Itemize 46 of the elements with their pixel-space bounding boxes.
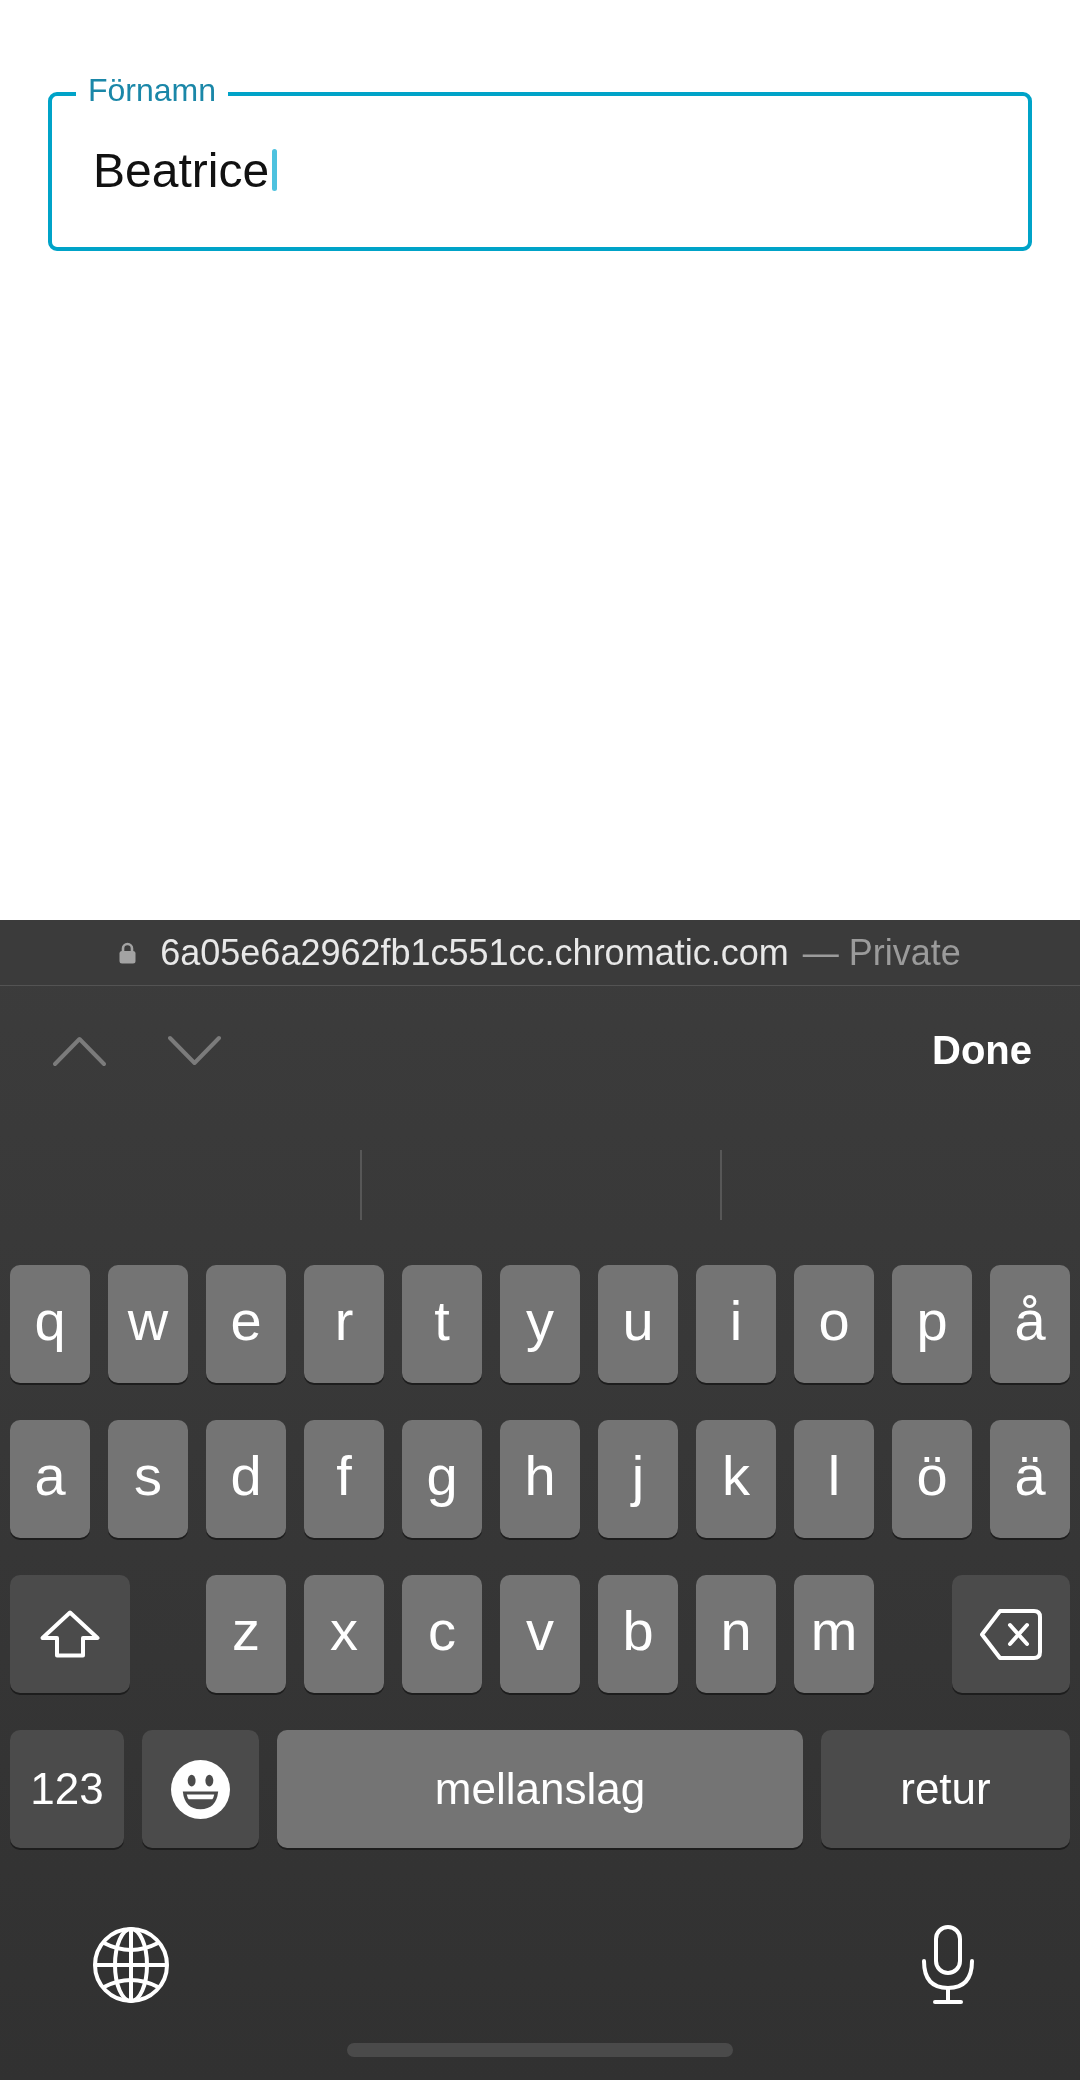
space-key[interactable]: mellanslag <box>277 1730 803 1848</box>
lock-icon <box>119 941 137 964</box>
letter-key[interactable]: å <box>990 1265 1070 1383</box>
letter-key[interactable]: x <box>304 1575 384 1693</box>
field-label: Förnamn <box>87 71 218 110</box>
letter-key[interactable]: t <box>402 1265 482 1383</box>
letter-key[interactable]: d <box>206 1420 286 1538</box>
done-button[interactable]: Done <box>932 1028 1032 1073</box>
letter-key[interactable]: l <box>794 1420 874 1538</box>
letter-key[interactable]: m <box>794 1575 874 1693</box>
letter-key[interactable]: z <box>206 1575 286 1693</box>
letter-key[interactable]: q <box>10 1265 90 1383</box>
letter-key[interactable]: o <box>794 1265 874 1383</box>
url-text[interactable]: 6a05e6a2962fb1c551cc.chromatic.com <box>160 931 789 974</box>
smiley-icon <box>171 1759 230 1819</box>
private-label: — Private <box>802 931 961 974</box>
letter-key[interactable]: v <box>500 1575 580 1693</box>
letter-key[interactable]: ä <box>990 1420 1070 1538</box>
letter-key[interactable]: k <box>696 1420 776 1538</box>
backspace-icon <box>980 1608 1042 1660</box>
letter-key[interactable]: u <box>598 1265 678 1383</box>
letter-key[interactable]: g <box>402 1420 482 1538</box>
letter-key[interactable]: n <box>696 1575 776 1693</box>
letter-key[interactable]: ö <box>892 1420 972 1538</box>
letter-key[interactable]: c <box>402 1575 482 1693</box>
letter-key[interactable]: h <box>500 1420 580 1538</box>
numbers-key[interactable]: 123 <box>10 1730 124 1848</box>
letter-key[interactable]: e <box>206 1265 286 1383</box>
letter-key[interactable]: i <box>696 1265 776 1383</box>
letter-key[interactable]: a <box>10 1420 90 1538</box>
letter-key[interactable]: y <box>500 1265 580 1383</box>
letter-key[interactable]: r <box>304 1265 384 1383</box>
letter-key[interactable]: b <box>598 1575 678 1693</box>
letter-key[interactable]: j <box>598 1420 678 1538</box>
shift-arrow-icon <box>40 1610 100 1658</box>
shift-key[interactable] <box>10 1575 130 1693</box>
letter-key[interactable]: f <box>304 1420 384 1538</box>
letter-key[interactable]: w <box>108 1265 188 1383</box>
globe-icon[interactable] <box>93 1927 169 2003</box>
return-key[interactable]: retur <box>821 1730 1070 1848</box>
letter-key[interactable]: s <box>108 1420 188 1538</box>
emoji-key[interactable] <box>142 1730 259 1848</box>
microphone-icon[interactable] <box>921 1925 975 2005</box>
delete-key[interactable] <box>952 1575 1070 1693</box>
letter-key[interactable]: p <box>892 1265 972 1383</box>
text-cursor <box>272 149 278 191</box>
